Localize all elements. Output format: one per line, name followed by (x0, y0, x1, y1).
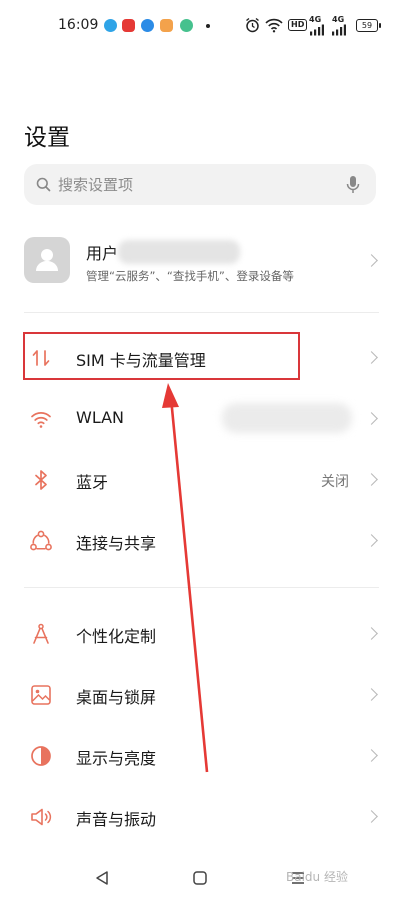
share-icon (30, 530, 52, 551)
account-row[interactable]: 用户 管理“云服务”、“查找手机”、登录设备等 (0, 232, 403, 292)
settings-item-wlan[interactable]: WLAN (0, 391, 403, 447)
settings-item-bluetooth[interactable]: 蓝牙 关闭 (0, 452, 403, 508)
microphone-icon[interactable] (346, 175, 360, 194)
divider (24, 312, 379, 313)
bluetooth-status: 关闭 (321, 474, 349, 490)
highlight-box (23, 332, 300, 380)
settings-item-label: WLAN (76, 408, 125, 427)
chevron-right-icon (365, 749, 378, 762)
chevron-right-icon (365, 254, 378, 267)
chevron-right-icon (365, 473, 378, 486)
divider (24, 587, 379, 588)
watermark: Baidu 经验 (286, 870, 348, 884)
settings-item-label: 蓝牙 (76, 473, 109, 492)
search-icon (36, 177, 51, 192)
wallpaper-icon (31, 685, 51, 705)
settings-item-connection-sharing[interactable]: 连接与共享 (0, 513, 403, 569)
back-icon[interactable] (95, 870, 109, 886)
status-time: 16:09 (58, 17, 99, 33)
chevron-right-icon (365, 688, 378, 701)
settings-item-sound-vibration[interactable]: 声音与振动 (0, 789, 403, 845)
account-name-redacted (118, 240, 240, 264)
settings-item-label: 显示与亮度 (76, 749, 157, 768)
settings-item-label: 桌面与锁屏 (76, 688, 157, 707)
settings-item-label: 连接与共享 (76, 534, 157, 553)
speaker-icon (31, 808, 52, 826)
phone-app-icon (180, 19, 193, 32)
status-bar: 16:09 HD 4G 4G 59 (0, 0, 403, 52)
compass-icon (33, 623, 49, 644)
settings-item-label: 个性化定制 (76, 627, 157, 646)
search-bar[interactable] (24, 164, 376, 205)
brightness-icon (31, 746, 51, 766)
settings-item-display-brightness[interactable]: 显示与亮度 (0, 728, 403, 784)
account-name: 用户 (86, 244, 119, 263)
qq-icon (104, 19, 117, 32)
chevron-right-icon (365, 351, 378, 364)
hd-badge: HD (288, 19, 308, 31)
alarm-icon (246, 17, 259, 33)
battery-icon: 59 (356, 19, 381, 32)
browser-icon (141, 19, 154, 32)
chevron-right-icon (365, 534, 378, 547)
notification-dot (206, 24, 210, 28)
avatar (24, 237, 70, 283)
wlan-network-redacted (222, 403, 352, 433)
chevron-right-icon (365, 627, 378, 640)
chevron-right-icon (365, 810, 378, 823)
user-icon (36, 249, 58, 271)
settings-item-desktop-lockscreen[interactable]: 桌面与锁屏 (0, 667, 403, 723)
settings-item-label: 声音与振动 (76, 810, 157, 829)
toutiao-icon (122, 19, 135, 32)
page-title: 设置 (24, 125, 70, 151)
account-description: 管理“云服务”、“查找手机”、登录设备等 (86, 269, 294, 283)
wifi-status-icon (265, 18, 283, 33)
wifi-icon (31, 412, 51, 428)
signal-icon-2 (332, 24, 346, 36)
game-icon (160, 19, 173, 32)
bluetooth-icon (35, 470, 47, 490)
home-icon[interactable] (193, 871, 207, 885)
settings-item-personalization[interactable]: 个性化定制 (0, 606, 403, 662)
search-input[interactable] (58, 164, 338, 205)
chevron-right-icon (365, 412, 378, 425)
signal-icon-1 (310, 24, 324, 36)
